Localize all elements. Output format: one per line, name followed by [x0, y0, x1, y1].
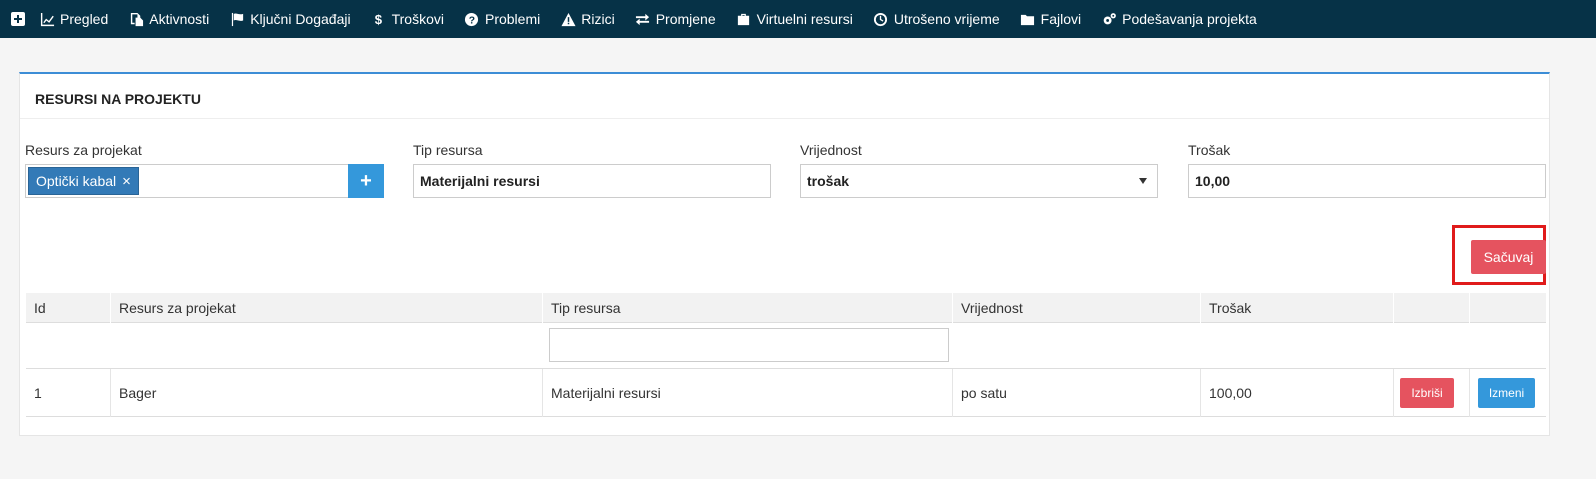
folder-icon: [1020, 11, 1036, 27]
clock-icon: [873, 11, 889, 27]
remove-tag-icon[interactable]: ×: [122, 173, 131, 190]
column-header-delete: [1393, 293, 1469, 323]
nav-item-pregled[interactable]: Pregled: [39, 0, 108, 38]
nav-item-label: Podešavanja projekta: [1122, 11, 1257, 27]
table-row: 1 Bager Materijalni resursi po satu 100,…: [26, 369, 1546, 417]
exchange-icon: [635, 11, 651, 27]
column-header-edit: [1469, 293, 1546, 323]
nav-item-label: Troškovi: [391, 11, 444, 27]
nav-item-problemi[interactable]: ? Problemi: [464, 0, 540, 38]
tag-label: Optički kabal: [36, 173, 117, 189]
type-field[interactable]: Materijalni resursi: [413, 164, 771, 198]
column-header-id[interactable]: Id: [26, 293, 46, 323]
nav-item-label: Promjene: [655, 11, 716, 27]
line-chart-icon: [39, 11, 55, 27]
column-header-type[interactable]: Tip resursa: [542, 293, 621, 323]
nav-item-label: Fajlovi: [1040, 11, 1082, 27]
question-circle-icon: ?: [464, 11, 480, 27]
panel-divider: [20, 118, 1549, 119]
resource-field-label: Resurs za projekat: [25, 142, 142, 158]
cell-cost: 100,00: [1200, 369, 1252, 417]
resources-panel: RESURSI NA PROJEKTU Resurs za projekat O…: [19, 72, 1550, 436]
svg-text:$: $: [375, 12, 383, 27]
column-header-cost[interactable]: Trošak: [1200, 293, 1251, 323]
nav-item-label: Problemi: [484, 11, 541, 27]
nav-item-label: Aktivnosti: [149, 11, 210, 27]
plus-square-icon[interactable]: [11, 12, 25, 26]
column-header-resource[interactable]: Resurs za projekat: [110, 293, 236, 323]
briefcase-icon: [736, 11, 752, 27]
nav-item-fajlovi[interactable]: Fajlovi: [1020, 0, 1081, 38]
nav-item-label: Virtuelni resursi: [756, 11, 853, 27]
cell-id: 1: [34, 385, 42, 401]
resources-table: Id Resurs za projekat Tip resursa Vrijed…: [26, 293, 1546, 417]
warning-icon: [560, 11, 576, 27]
value-select-value: trošak: [807, 173, 850, 189]
edit-button[interactable]: Izmeni: [1478, 378, 1535, 408]
cell-type: Materijalni resursi: [542, 369, 661, 417]
cell-resource: Bager: [110, 369, 156, 417]
nav-item-utroseno-vrijeme[interactable]: Utrošeno vrijeme: [873, 0, 1000, 38]
top-navigation: Pregled Aktivnosti Ključni Događaji $ Tr…: [0, 0, 1596, 38]
table-filter-row: [26, 323, 1546, 369]
panel-title: RESURSI NA PROJEKTU: [35, 91, 201, 107]
nav-item-label: Utrošeno vrijeme: [893, 11, 1000, 27]
column-header-value[interactable]: Vrijednost: [952, 293, 1023, 323]
value-select[interactable]: trošak: [800, 164, 1158, 198]
copy-icon: [128, 11, 144, 27]
dollar-icon: $: [371, 11, 387, 27]
type-field-label: Tip resursa: [413, 142, 483, 158]
table-header: Id Resurs za projekat Tip resursa Vrijed…: [26, 293, 1546, 323]
add-resource-button[interactable]: +: [348, 164, 384, 198]
nav-item-label: Rizici: [581, 11, 615, 27]
cost-field-label: Trošak: [1188, 142, 1231, 158]
delete-button[interactable]: Izbriši: [1400, 378, 1454, 408]
selected-resource-tag: Optički kabal ×: [28, 167, 139, 195]
cell-value: po satu: [952, 369, 1007, 417]
nav-item-promjene[interactable]: Promjene: [635, 0, 716, 38]
type-filter-input[interactable]: [549, 328, 949, 362]
cogs-icon: [1101, 11, 1117, 27]
save-button[interactable]: Sačuvaj: [1471, 240, 1546, 274]
nav-item-label: Ključni Događaji: [250, 11, 351, 27]
value-field-label: Vrijednost: [800, 142, 862, 158]
nav-item-rizici[interactable]: Rizici: [560, 0, 615, 38]
svg-text:?: ?: [469, 15, 475, 26]
nav-item-kljucni-dogadjaji[interactable]: Ključni Događaji: [229, 0, 351, 38]
nav-item-virtuelni-resursi[interactable]: Virtuelni resursi: [736, 0, 853, 38]
flag-icon: [229, 11, 245, 27]
cost-field[interactable]: 10,00: [1188, 164, 1546, 198]
resource-multiselect[interactable]: Optički kabal ×: [25, 164, 349, 198]
nav-item-podesavanja-projekta[interactable]: Podešavanja projekta: [1101, 0, 1257, 38]
nav-item-troskovi[interactable]: $ Troškovi: [371, 0, 444, 38]
nav-item-aktivnosti[interactable]: Aktivnosti: [128, 0, 209, 38]
nav-item-label: Pregled: [60, 11, 109, 27]
caret-down-icon: [1139, 178, 1147, 184]
